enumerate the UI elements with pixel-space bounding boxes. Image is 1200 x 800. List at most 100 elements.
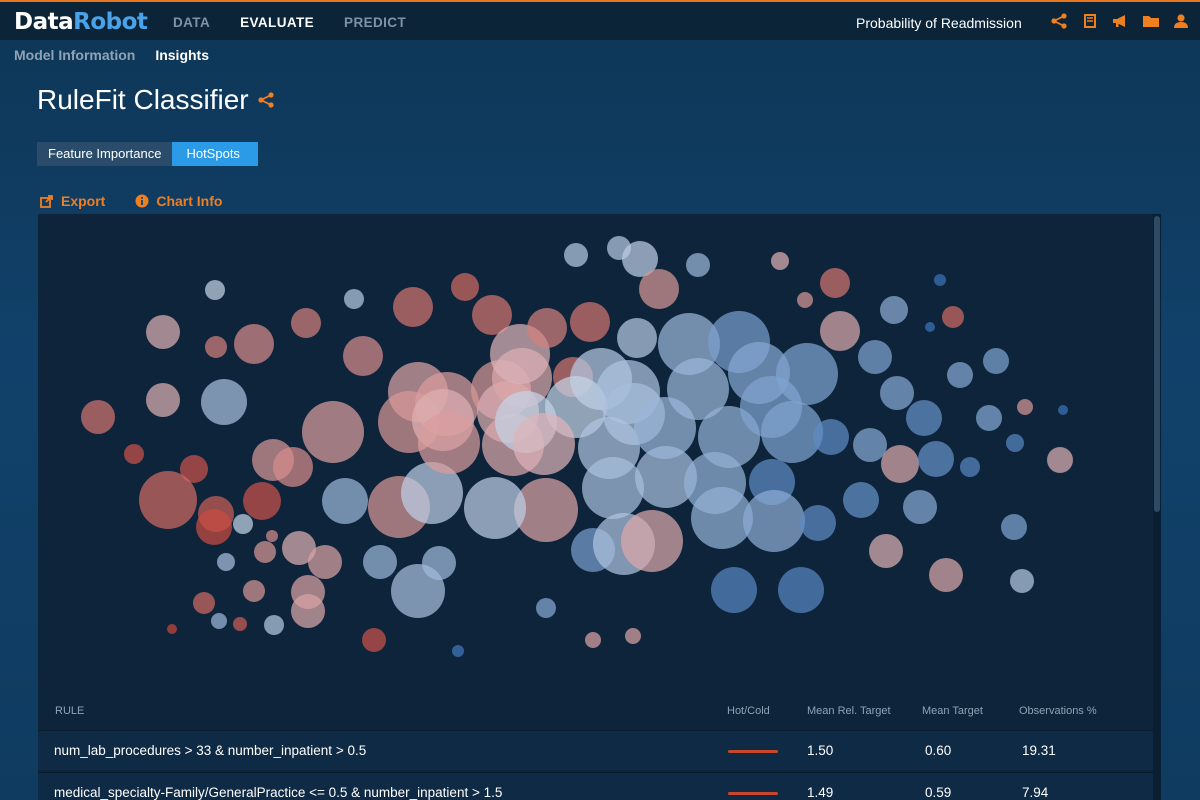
hotspot-bubble[interactable] [464, 477, 526, 539]
hotspot-bubble[interactable] [124, 444, 144, 464]
datarobot-logo[interactable]: DataRobot [14, 9, 148, 35]
share-icon[interactable] [257, 91, 275, 109]
scrollbar[interactable] [1153, 214, 1161, 800]
hotspot-bubble[interactable] [362, 628, 386, 652]
hotspot-bubble[interactable] [820, 268, 850, 298]
hotspot-bubble[interactable] [146, 315, 180, 349]
hotspot-bubble[interactable] [903, 490, 937, 524]
hotspot-bubble[interactable] [1058, 405, 1068, 415]
hotspot-bubble[interactable] [585, 632, 601, 648]
hotspot-bubble[interactable] [363, 545, 397, 579]
hotspot-bubble[interactable] [81, 400, 115, 434]
hotspot-bubble[interactable] [302, 401, 364, 463]
hotspot-bubble[interactable] [451, 273, 479, 301]
hotspot-bubble[interactable] [942, 306, 964, 328]
table-row[interactable]: num_lab_procedures > 33 & number_inpatie… [38, 730, 1154, 770]
subnav-model-information[interactable]: Model Information [14, 47, 135, 63]
hotspot-bubble[interactable] [778, 567, 824, 613]
hotspot-bubble[interactable] [233, 617, 247, 631]
hotspot-bubble[interactable] [983, 348, 1009, 374]
hotspot-bubble[interactable] [639, 269, 679, 309]
hotspot-bubble[interactable] [527, 308, 567, 348]
hotspot-bubble[interactable] [906, 400, 942, 436]
hotspot-bubble[interactable] [869, 534, 903, 568]
nav-data[interactable]: DATA [173, 15, 210, 30]
hotspot-bubble[interactable] [205, 280, 225, 300]
hotspot-bubble[interactable] [291, 575, 325, 609]
hotspot-bubble[interactable] [881, 445, 919, 483]
tab-feature-importance[interactable]: Feature Importance [37, 142, 173, 166]
project-title[interactable]: Probability of Readmission [856, 15, 1022, 31]
hotspot-bubble[interactable] [418, 412, 480, 474]
tab-hotspots[interactable]: HotSpots [172, 142, 258, 166]
hotspot-bubble[interactable] [513, 413, 575, 475]
hotspot-bubble[interactable] [934, 274, 946, 286]
hotspot-bubble[interactable] [254, 541, 276, 563]
hotspot-bubble[interactable] [858, 340, 892, 374]
table-row[interactable]: medical_specialty-Family/GeneralPractice… [38, 772, 1154, 800]
col-hot-cold[interactable]: Hot/Cold [727, 705, 770, 717]
col-observations[interactable]: Observations % [1019, 705, 1097, 717]
hotspot-bubble[interactable] [1006, 434, 1024, 452]
hotspot-bubble[interactable] [960, 457, 980, 477]
hotspot-bubble[interactable] [761, 401, 823, 463]
hotspot-bubble[interactable] [343, 336, 383, 376]
hotspot-bubble[interactable] [196, 509, 232, 545]
hotspots-bubble-chart[interactable] [38, 214, 1154, 684]
hotspot-bubble[interactable] [1017, 399, 1033, 415]
hotspot-bubble[interactable] [880, 376, 914, 410]
col-rule[interactable]: RULE [55, 705, 84, 717]
nav-evaluate[interactable]: EVALUATE [240, 15, 314, 30]
nav-predict[interactable]: PREDICT [344, 15, 406, 30]
hotspot-bubble[interactable] [211, 613, 227, 629]
hotspot-bubble[interactable] [1010, 569, 1034, 593]
hotspot-bubble[interactable] [843, 482, 879, 518]
hotspot-bubble[interactable] [947, 362, 973, 388]
hotspot-bubble[interactable] [776, 343, 838, 405]
hotspot-bubble[interactable] [1001, 514, 1027, 540]
hotspot-bubble[interactable] [291, 308, 321, 338]
hotspot-bubble[interactable] [711, 567, 757, 613]
hotspot-bubble[interactable] [193, 592, 215, 614]
hotspot-bubble[interactable] [771, 252, 789, 270]
hotspot-bubble[interactable] [797, 292, 813, 308]
hotspot-bubble[interactable] [617, 318, 657, 358]
hotspot-bubble[interactable] [536, 598, 556, 618]
hotspot-bubble[interactable] [167, 624, 177, 634]
hotspot-bubble[interactable] [217, 553, 235, 571]
hotspot-bubble[interactable] [243, 580, 265, 602]
hotspot-bubble[interactable] [1047, 447, 1073, 473]
hotspot-bubble[interactable] [308, 545, 342, 579]
hotspot-bubble[interactable] [146, 383, 180, 417]
export-button[interactable]: Export [40, 193, 105, 209]
hotspot-bubble[interactable] [976, 405, 1002, 431]
col-mean-target[interactable]: Mean Target [922, 705, 983, 717]
hotspot-bubble[interactable] [273, 447, 313, 487]
chart-info-button[interactable]: Chart Info [135, 193, 222, 209]
hotspot-bubble[interactable] [233, 514, 253, 534]
hotspot-bubble[interactable] [918, 441, 954, 477]
hotspot-bubble[interactable] [800, 505, 836, 541]
hotspot-bubble[interactable] [344, 289, 364, 309]
hotspot-bubble[interactable] [570, 302, 610, 342]
hotspot-bubble[interactable] [582, 457, 644, 519]
hotspot-bubble[interactable] [264, 615, 284, 635]
hotspot-bubble[interactable] [564, 243, 588, 267]
col-mean-rel-target[interactable]: Mean Rel. Target [807, 705, 891, 717]
hotspot-bubble[interactable] [452, 645, 464, 657]
hotspot-bubble[interactable] [686, 253, 710, 277]
hotspot-bubble[interactable] [205, 336, 227, 358]
subnav-insights[interactable]: Insights [155, 47, 209, 63]
folder-icon[interactable] [1142, 12, 1162, 32]
user-icon[interactable] [1172, 12, 1192, 32]
hotspot-bubble[interactable] [820, 311, 860, 351]
megaphone-icon[interactable] [1111, 12, 1131, 32]
hotspot-bubble[interactable] [234, 324, 274, 364]
hotspot-bubble[interactable] [929, 558, 963, 592]
scrollbar-thumb[interactable] [1154, 216, 1160, 512]
hotspot-bubble[interactable] [743, 490, 805, 552]
hotspot-bubble[interactable] [422, 546, 456, 580]
hotspot-bubble[interactable] [853, 428, 887, 462]
hotspot-bubble[interactable] [393, 287, 433, 327]
hotspot-bubble[interactable] [322, 478, 368, 524]
